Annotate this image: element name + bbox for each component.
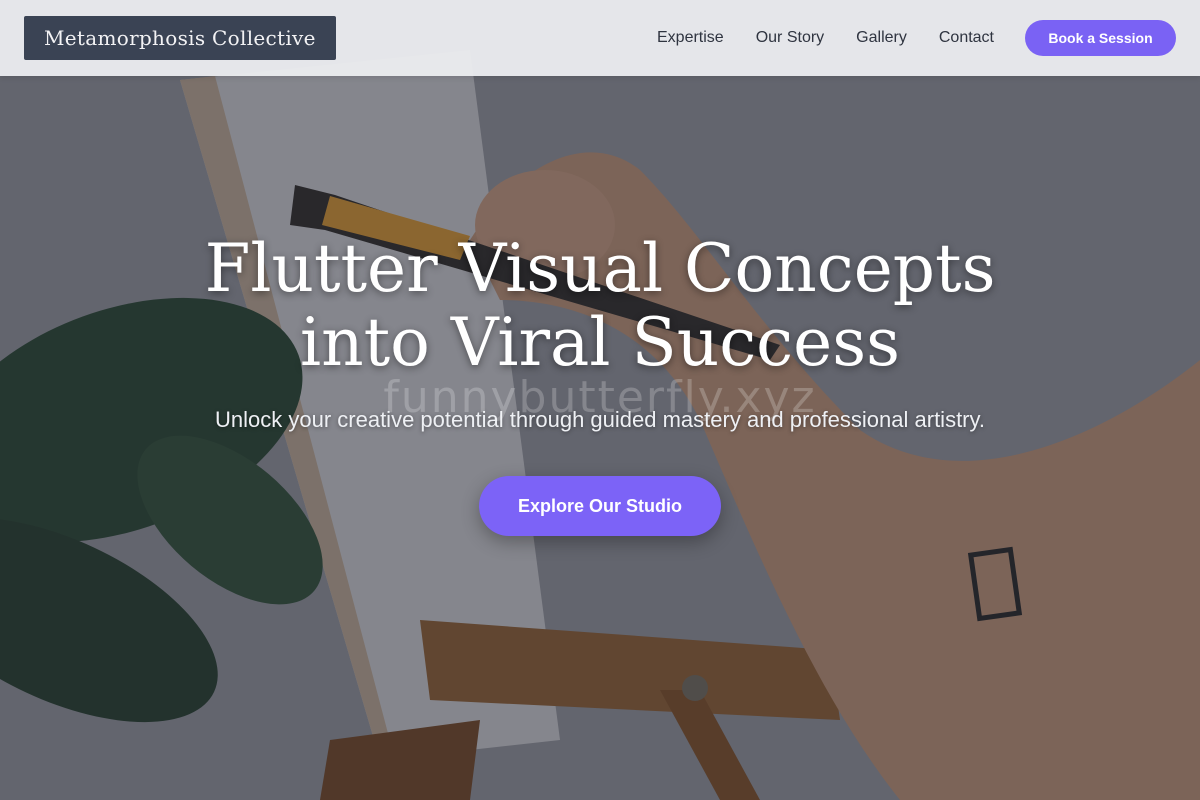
nav-links: Expertise Our Story Gallery Contact xyxy=(657,0,994,76)
top-navigation-bar: Metamorphosis Collective Expertise Our S… xyxy=(0,0,1200,76)
hero-headline-line2: into Viral Success xyxy=(300,304,900,381)
nav-link-gallery[interactable]: Gallery xyxy=(856,29,907,47)
nav-link-contact[interactable]: Contact xyxy=(939,29,994,47)
explore-studio-button[interactable]: Explore Our Studio xyxy=(479,476,721,536)
hero-content: funnybutterfly.xyz Flutter Visual Concep… xyxy=(0,232,1200,536)
brand-logo[interactable]: Metamorphosis Collective xyxy=(24,16,336,60)
hero-headline-line1: Flutter Visual Concepts xyxy=(204,230,996,307)
hero-headline: Flutter Visual Concepts into Viral Succe… xyxy=(0,232,1200,380)
nav-link-our-story[interactable]: Our Story xyxy=(756,29,824,47)
watermark-text: funnybutterfly.xyz xyxy=(383,372,817,423)
book-session-button[interactable]: Book a Session xyxy=(1025,20,1176,56)
nav-link-expertise[interactable]: Expertise xyxy=(657,29,724,47)
